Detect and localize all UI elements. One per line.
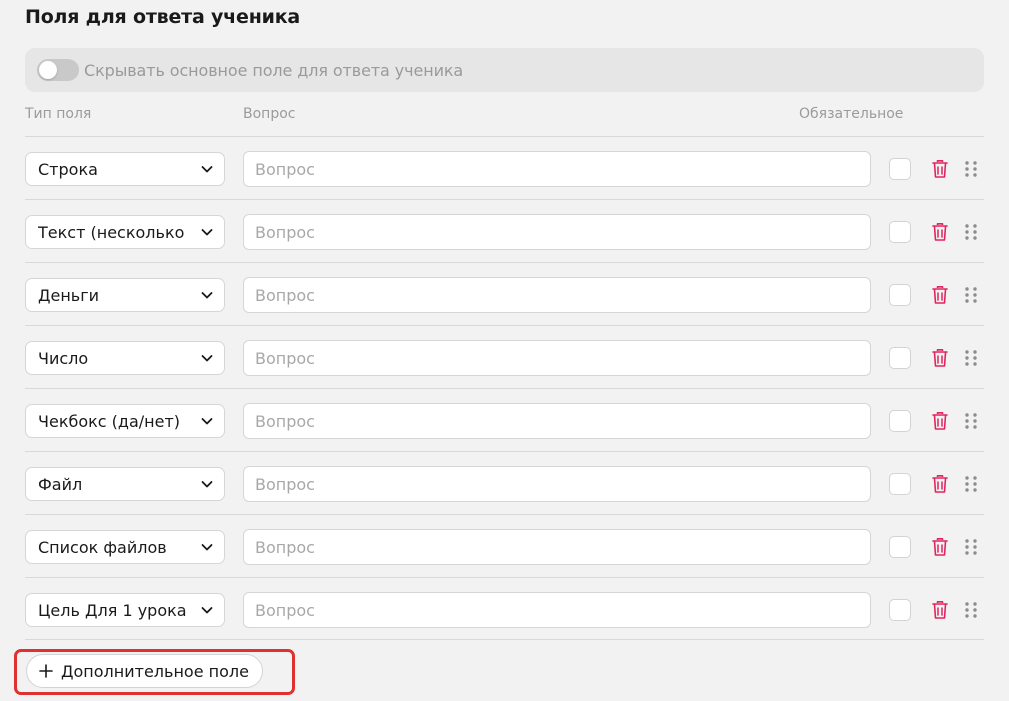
question-input[interactable] (243, 214, 871, 250)
field-type-value: Чекбокс (да/нет) (38, 411, 181, 431)
chevron-down-icon (201, 292, 213, 299)
chevron-down-icon (201, 544, 213, 551)
section-title: Поля для ответа ученика (25, 6, 301, 28)
add-field-button[interactable]: Дополнительное поле (26, 654, 263, 688)
chevron-down-icon (201, 607, 213, 614)
trash-icon[interactable] (931, 474, 949, 494)
trash-icon[interactable] (931, 222, 949, 242)
trash-icon[interactable] (931, 285, 949, 305)
field-type-value: Число (38, 348, 89, 368)
required-checkbox[interactable] (889, 158, 911, 180)
field-row-7: Список файлов (25, 514, 984, 577)
column-header-required: Обязательное (799, 106, 904, 122)
drag-handle-icon[interactable] (962, 285, 980, 305)
drag-handle-icon[interactable] (962, 411, 980, 431)
field-type-select[interactable]: Строка (25, 152, 225, 186)
plus-icon (39, 664, 53, 678)
field-row-4: Число (25, 325, 984, 388)
drag-handle-icon[interactable] (962, 537, 980, 557)
field-type-value: Деньги (38, 285, 100, 305)
trash-icon[interactable] (931, 159, 949, 179)
required-checkbox[interactable] (889, 410, 911, 432)
field-type-value: Список файлов (38, 537, 167, 557)
hide-main-field-option: Скрывать основное поле для ответа ученик… (25, 48, 984, 92)
question-input[interactable] (243, 529, 871, 565)
field-row-8: Цель Для 1 урока (25, 577, 984, 640)
drag-handle-icon[interactable] (962, 222, 980, 242)
field-type-select[interactable]: Список файлов (25, 530, 225, 564)
trash-icon[interactable] (931, 411, 949, 431)
question-input[interactable] (243, 403, 871, 439)
required-checkbox[interactable] (889, 221, 911, 243)
drag-handle-icon[interactable] (962, 600, 980, 620)
trash-icon[interactable] (931, 537, 949, 557)
question-input[interactable] (243, 277, 871, 313)
field-type-select[interactable]: Цель Для 1 урока (25, 593, 225, 627)
field-type-select[interactable]: Чекбокс (да/нет) (25, 404, 225, 438)
chevron-down-icon (201, 355, 213, 362)
question-input[interactable] (243, 340, 871, 376)
chevron-down-icon (201, 166, 213, 173)
field-type-value: Текст (несколько (38, 222, 185, 242)
field-row-6: Файл (25, 451, 984, 514)
trash-icon[interactable] (931, 600, 949, 620)
fields-list: Строка Текст (несколько (25, 136, 984, 640)
field-type-value: Файл (38, 474, 83, 494)
question-input[interactable] (243, 151, 871, 187)
drag-handle-icon[interactable] (962, 474, 980, 494)
chevron-down-icon (201, 229, 213, 236)
chevron-down-icon (201, 418, 213, 425)
field-type-select[interactable]: Деньги (25, 278, 225, 312)
trash-icon[interactable] (931, 348, 949, 368)
question-input[interactable] (243, 466, 871, 502)
required-checkbox[interactable] (889, 473, 911, 495)
required-checkbox[interactable] (889, 599, 911, 621)
toggle-knob (39, 61, 57, 79)
hide-main-field-label: Скрывать основное поле для ответа ученик… (84, 60, 464, 80)
required-checkbox[interactable] (889, 347, 911, 369)
field-type-value: Цель Для 1 урока (38, 600, 187, 620)
column-header-question: Вопрос (243, 106, 296, 122)
field-type-select[interactable]: Число (25, 341, 225, 375)
drag-handle-icon[interactable] (962, 159, 980, 179)
field-type-value: Строка (38, 159, 98, 179)
field-type-select[interactable]: Текст (несколько (25, 215, 225, 249)
field-row-1: Строка (25, 136, 984, 199)
question-input[interactable] (243, 592, 871, 628)
hide-main-field-toggle[interactable] (37, 59, 79, 81)
column-header-type: Тип поля (25, 106, 92, 122)
drag-handle-icon[interactable] (962, 348, 980, 368)
field-type-select[interactable]: Файл (25, 467, 225, 501)
chevron-down-icon (201, 481, 213, 488)
add-field-label: Дополнительное поле (61, 661, 249, 681)
required-checkbox[interactable] (889, 284, 911, 306)
required-checkbox[interactable] (889, 536, 911, 558)
field-row-3: Деньги (25, 262, 984, 325)
field-row-2: Текст (несколько (25, 199, 984, 262)
field-row-5: Чекбокс (да/нет) (25, 388, 984, 451)
